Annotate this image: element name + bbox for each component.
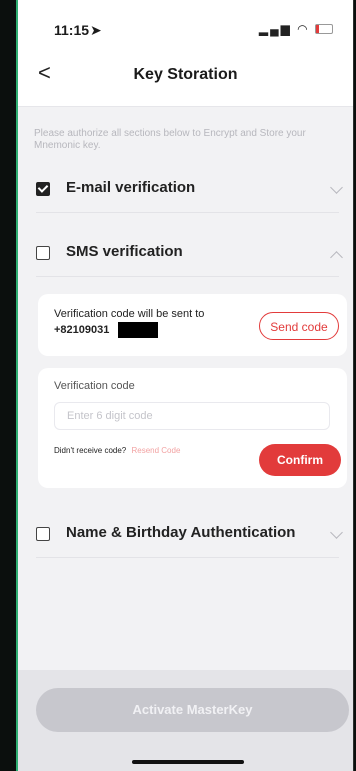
verification-code-label: Verification code (54, 380, 135, 392)
sms-checkbox[interactable] (36, 246, 50, 260)
section-label: Name & Birthday Authentication (66, 524, 296, 541)
redaction-block (118, 322, 158, 338)
section-sms-verification[interactable]: SMS verification (18, 229, 353, 277)
divider (36, 276, 339, 277)
name-birthday-checkbox[interactable] (36, 527, 50, 541)
signal-icon: ▂▄▆ (258, 22, 292, 36)
status-time: 11:15 (54, 22, 90, 38)
verification-code-input[interactable] (54, 402, 330, 430)
chevron-down-icon[interactable] (330, 526, 343, 539)
status-icons: ▂▄▆ ◠ (259, 22, 333, 36)
confirm-button[interactable]: Confirm (259, 444, 341, 476)
verification-code-card: Verification code Didn't receive code? R… (38, 368, 347, 488)
location-arrow-icon: ➤ (90, 22, 102, 38)
resend-code-link[interactable]: Resend Code (131, 446, 180, 455)
status-bar: 11:15 ➤ ▂▄▆ ◠ (18, 0, 353, 44)
wifi-icon: ◠ (297, 22, 310, 36)
page-title: Key Storation (133, 66, 238, 83)
no-receive-row: Didn't receive code? Resend Code (54, 446, 180, 455)
section-label: SMS verification (66, 243, 183, 260)
email-checkbox[interactable] (36, 182, 50, 196)
chevron-up-icon[interactable] (330, 251, 343, 264)
section-label: E-mail verification (66, 179, 196, 196)
phone-screen: 11:15 ➤ ▂▄▆ ◠ < Key Storation Please aut… (16, 0, 354, 771)
sent-to-text: Verification code will be sent to (54, 308, 205, 320)
nav-bar: < Key Storation (18, 44, 353, 107)
section-email-verification[interactable]: E-mail verification (18, 165, 353, 213)
phone-number: +82109031 (54, 324, 110, 336)
divider (36, 212, 339, 213)
send-code-card: Verification code will be sent to +82109… (38, 294, 347, 356)
instruction-text: Please authorize all sections below to E… (34, 128, 306, 151)
divider (36, 557, 339, 558)
home-indicator (132, 760, 244, 764)
battery-icon (315, 24, 333, 34)
section-name-birthday-auth[interactable]: Name & Birthday Authentication (18, 510, 353, 558)
footer: Activate MasterKey (18, 670, 353, 771)
no-receive-text: Didn't receive code? (54, 446, 127, 455)
activate-masterkey-button[interactable]: Activate MasterKey (36, 688, 349, 732)
send-code-button[interactable]: Send code (259, 312, 339, 340)
chevron-down-icon[interactable] (330, 181, 343, 194)
